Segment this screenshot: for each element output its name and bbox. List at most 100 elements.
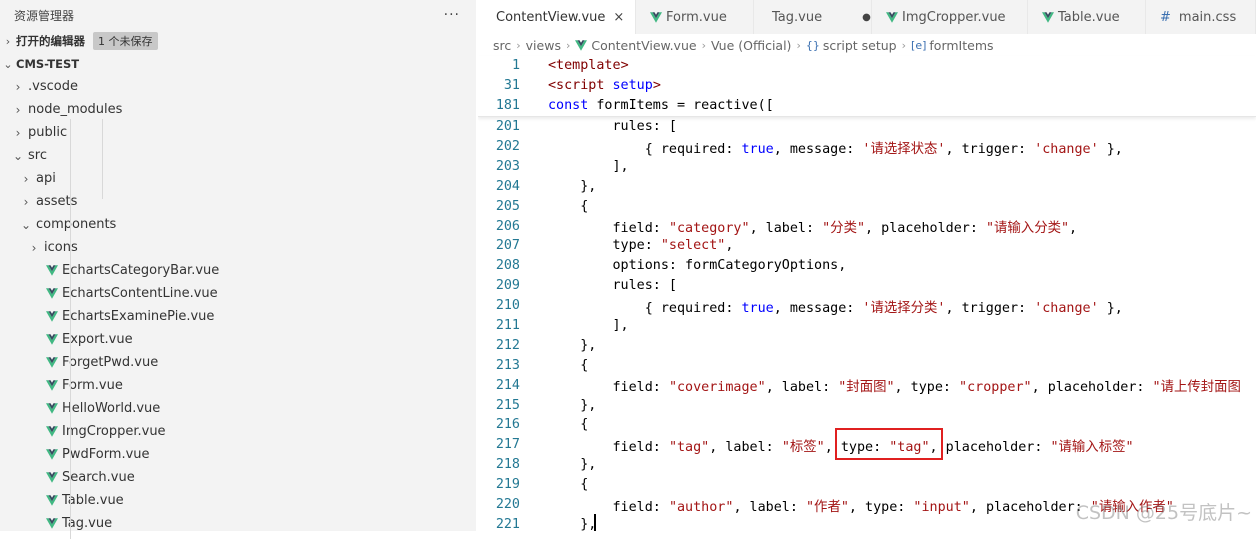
code-line[interactable]: 215 }, <box>478 395 1256 415</box>
breadcrumb: src › views › ContentView.vue › Vue (Off… <box>478 34 1256 56</box>
file-tree: › .vscode › node_modules › public ⌄ src › api › ass… <box>0 75 476 531</box>
vue-icon <box>575 39 588 51</box>
chevron-right-icon: › <box>23 194 29 209</box>
vue-icon <box>1042 11 1054 23</box>
line-text: { required: true, message: '请选择分类', trig… <box>548 300 1123 316</box>
vue-icon <box>650 11 662 23</box>
vue-icon <box>886 11 898 23</box>
code-line[interactable]: 218 }, <box>478 455 1256 475</box>
line-number: 210 <box>495 298 520 314</box>
code-line[interactable]: 202 { required: true, message: '请选择状态', … <box>478 137 1256 157</box>
tree-folder[interactable]: ⌄ src <box>0 144 476 167</box>
tree-file[interactable]: EchartsCategoryBar.vue <box>0 259 476 282</box>
braces-icon: {} <box>805 38 820 52</box>
code-line[interactable]: 217 field: "tag", label: "标签", type: "ta… <box>478 435 1256 455</box>
line-text: ], <box>548 318 629 334</box>
editor-tab[interactable]: Form.vue <box>636 0 754 34</box>
tree-file[interactable]: EchartsExaminePie.vue <box>0 305 476 328</box>
editor-tab[interactable]: # main.css <box>1146 0 1256 34</box>
tree-item-label: Tag.vue <box>62 516 113 531</box>
code-line[interactable]: 209 rules: [ <box>478 276 1256 296</box>
tree-folder[interactable]: › assets <box>0 190 476 213</box>
editor-tab[interactable]: ContentView.vue × <box>478 0 636 34</box>
code-line[interactable]: 211 ], <box>478 316 1256 336</box>
editor-tab[interactable]: Table.vue <box>1028 0 1146 34</box>
code-line[interactable]: 204 }, <box>478 176 1256 196</box>
chevron-right-icon: › <box>796 38 801 52</box>
breadcrumb-language[interactable]: Vue (Official) <box>711 38 791 53</box>
line-text: type: "select", <box>548 238 734 254</box>
breadcrumb-file[interactable]: ContentView.vue <box>591 38 696 53</box>
tree-folder[interactable]: ⌄ components <box>0 213 476 236</box>
chevron-right-icon: › <box>15 102 21 117</box>
line-number: 221 <box>495 516 520 531</box>
code-line[interactable]: 201 rules: [ <box>478 117 1256 137</box>
vue-icon <box>46 518 58 529</box>
code-line[interactable]: 203 ], <box>478 156 1256 176</box>
line-number: 218 <box>495 457 520 473</box>
tree-file[interactable]: ImgCropper.vue <box>0 420 476 443</box>
editor-tabs: ContentView.vue × Form.vue Tag.vue ● ImgCropp… <box>478 0 1256 34</box>
close-icon[interactable]: × <box>613 10 624 25</box>
breadcrumb-views[interactable]: views <box>526 38 561 53</box>
line-number: 206 <box>495 218 520 234</box>
tree-item-label: EchartsCategoryBar.vue <box>62 263 220 278</box>
editor-tab[interactable]: ImgCropper.vue <box>872 0 1028 34</box>
tree-item-label: components <box>36 217 117 232</box>
code-line[interactable]: 219 { <box>478 475 1256 495</box>
code-line[interactable]: 208 options: formCategoryOptions, <box>478 256 1256 276</box>
breadcrumb-symbol[interactable]: formItems <box>929 38 993 53</box>
tree-folder[interactable]: › api <box>0 167 476 190</box>
tree-folder[interactable]: › public <box>0 121 476 144</box>
tree-file[interactable]: Form.vue <box>0 374 476 397</box>
tree-folder[interactable]: › node_modules <box>0 98 476 121</box>
code-line[interactable]: 31 <script setup> <box>478 76 1256 96</box>
sticky-scroll[interactable]: 1 <template> 31 <script setup> 181 const form… <box>478 56 1256 117</box>
line-text: }, <box>548 178 597 194</box>
code-line[interactable]: 1 <template> <box>478 56 1256 76</box>
project-section[interactable]: ⌄ CMS-TEST <box>0 53 476 75</box>
tree-file[interactable]: Export.vue <box>0 328 476 351</box>
line-text: { <box>548 477 589 493</box>
code-line[interactable]: 210 { required: true, message: '请选择分类', … <box>478 296 1256 316</box>
code-line[interactable]: 214 field: "coverimage", label: "封面图", t… <box>478 375 1256 396</box>
tree-file[interactable]: HelloWorld.vue <box>0 397 476 420</box>
tree-file[interactable]: PwdForm.vue <box>0 443 476 466</box>
code-line[interactable]: 207 type: "select", <box>478 236 1256 256</box>
code-line[interactable]: 213 { <box>478 355 1256 375</box>
more-actions-icon[interactable]: ··· <box>444 7 460 23</box>
tree-file[interactable]: EchartsContentLine.vue <box>0 282 476 305</box>
code-editor[interactable]: 201 rules: [202 { required: true, messag… <box>478 117 1256 531</box>
chevron-right-icon: › <box>701 38 706 52</box>
breadcrumb-script-setup[interactable]: script setup <box>823 38 897 53</box>
text-cursor <box>594 514 596 531</box>
line-number: 203 <box>495 158 520 174</box>
tree-item-label: Form.vue <box>62 378 123 393</box>
tree-item-label: src <box>28 148 47 163</box>
tree-folder[interactable]: › icons <box>0 236 476 259</box>
code-line[interactable]: 181 const formItems = reactive([ <box>478 96 1256 116</box>
line-text: field: "tag", label: "标签", type: "tag", … <box>548 439 1134 455</box>
line-text: { <box>548 357 589 373</box>
open-editors-section[interactable]: › 打开的编辑器 1 个未保存 <box>0 30 476 52</box>
tab-label: ContentView.vue <box>496 9 606 25</box>
code-line[interactable]: 205 { <box>478 196 1256 216</box>
code-line[interactable]: 212 }, <box>478 335 1256 355</box>
unsaved-badge: 1 个未保存 <box>93 32 158 50</box>
unsaved-dot-icon[interactable]: ● <box>862 12 871 23</box>
code-line[interactable]: 220 field: "author", label: "作者", type: … <box>478 495 1256 515</box>
tree-file[interactable]: Tag.vue <box>0 512 476 531</box>
code-line[interactable]: 216 { <box>478 415 1256 435</box>
tree-file[interactable]: ForgetPwd.vue <box>0 351 476 374</box>
tree-folder[interactable]: › .vscode <box>0 75 476 98</box>
line-text: field: "coverimage", label: "封面图", type:… <box>548 380 1241 396</box>
breadcrumb-src[interactable]: src <box>493 38 511 53</box>
editor-tab[interactable]: Tag.vue ● <box>754 0 872 34</box>
line-text: }, <box>548 516 597 531</box>
tab-label: main.css <box>1178 9 1237 25</box>
tree-file[interactable]: Table.vue <box>0 489 476 512</box>
code-line[interactable]: 206 field: "category", label: "分类", plac… <box>478 216 1256 237</box>
tree-file[interactable]: Search.vue <box>0 466 476 489</box>
chevron-right-icon: › <box>15 79 21 94</box>
tab-label: Table.vue <box>1058 9 1120 25</box>
